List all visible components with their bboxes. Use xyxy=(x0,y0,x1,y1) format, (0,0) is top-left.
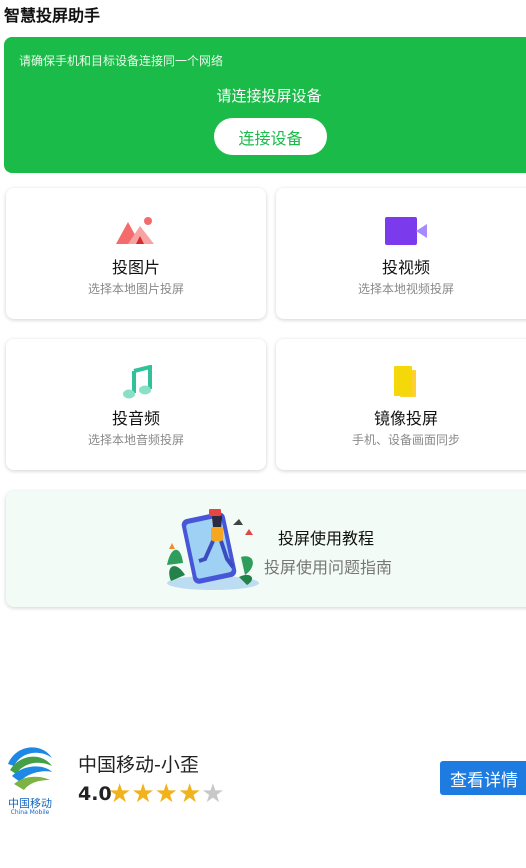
china-mobile-logo-icon xyxy=(8,747,52,790)
app-title: 智慧投屏助手 xyxy=(4,6,101,25)
star-filled-icon: ★ xyxy=(154,779,178,809)
logo-text-en: China Mobile xyxy=(10,809,50,816)
cast-image-card[interactable]: 投图片 选择本地图片投屏 xyxy=(6,188,266,319)
card-subtitle: 选择本地音频投屏 xyxy=(87,433,184,447)
star-filled-icon: ★ xyxy=(108,779,132,809)
card-subtitle: 手机、设备画面同步 xyxy=(351,433,460,447)
mirror-icon xyxy=(394,366,416,397)
tutorial-card[interactable]: 投屏使用教程 投屏使用问题指南 xyxy=(6,491,526,607)
card-title: 投视频 xyxy=(381,258,430,277)
music-icon xyxy=(123,365,152,399)
video-icon xyxy=(385,217,427,245)
ad-app-name: 中国移动-小歪 xyxy=(78,754,199,776)
connection-status: 请连接投屏设备 xyxy=(216,87,322,105)
star-empty-icon: ★ xyxy=(201,779,225,809)
card-title: 镜像投屏 xyxy=(373,409,438,428)
cast-audio-card[interactable]: 投音频 选择本地音频投屏 xyxy=(6,339,266,470)
card-subtitle: 选择本地视频投屏 xyxy=(357,282,454,296)
tutorial-subtitle: 投屏使用问题指南 xyxy=(264,558,393,577)
cast-video-card[interactable]: 投视频 选择本地视频投屏 xyxy=(276,188,526,319)
star-filled-icon: ★ xyxy=(177,779,202,809)
star-filled-icon: ★ xyxy=(131,779,155,809)
rating-stars: ★★★★★ xyxy=(108,779,225,809)
network-tip: 请确保手机和目标设备连接同一个网络 xyxy=(19,54,224,68)
card-title: 投图片 xyxy=(111,258,160,277)
mirror-cast-card[interactable]: 镜像投屏 手机、设备画面同步 xyxy=(276,339,526,470)
image-icon xyxy=(116,217,154,244)
tutorial-illustration xyxy=(167,509,259,590)
ad-rating-value: 4.0 xyxy=(78,783,112,805)
view-details-button[interactable]: 查看详情 xyxy=(440,761,526,795)
connect-device-button[interactable]: 连接设备 xyxy=(214,118,327,155)
tutorial-title: 投屏使用教程 xyxy=(278,529,375,548)
card-title: 投音频 xyxy=(111,409,160,428)
china-mobile-logo: 中国移动 China Mobile xyxy=(2,740,58,816)
card-subtitle: 选择本地图片投屏 xyxy=(87,282,184,296)
connect-banner: 请确保手机和目标设备连接同一个网络 请连接投屏设备 连接设备 xyxy=(4,37,526,173)
